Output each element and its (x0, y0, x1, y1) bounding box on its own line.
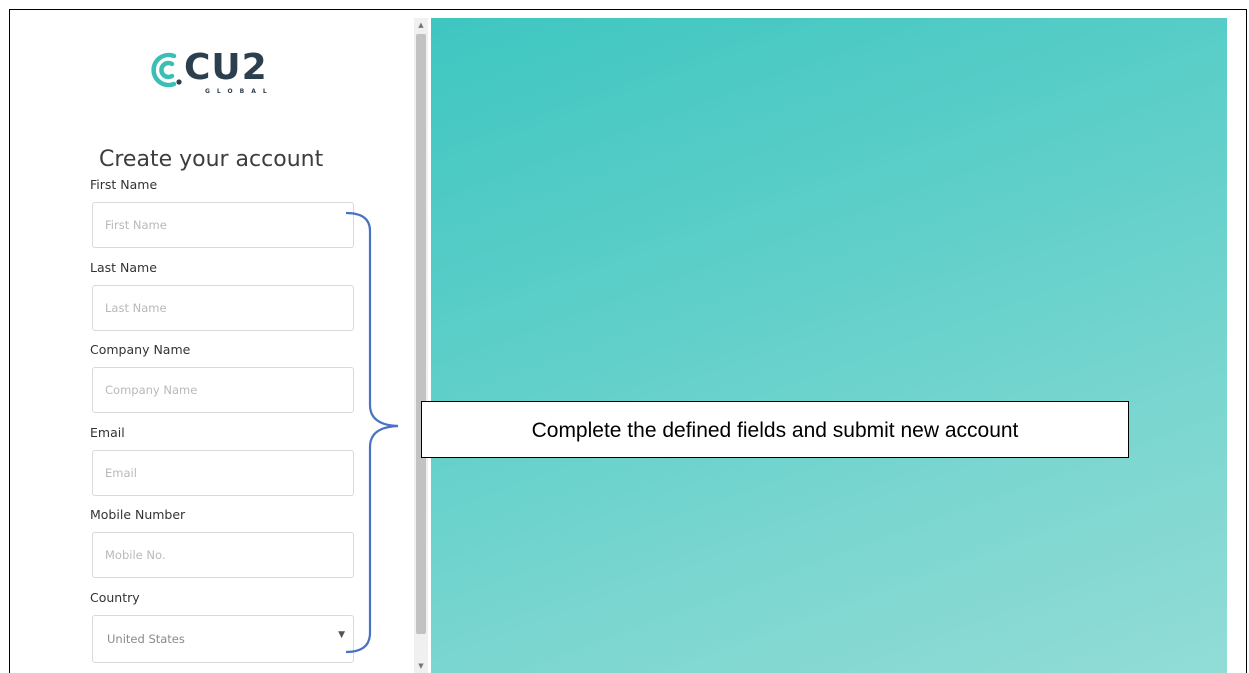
last-name-label: Last Name (90, 260, 157, 275)
hero-background-panel (431, 18, 1227, 673)
first-name-label: First Name (90, 177, 158, 192)
email-field[interactable] (92, 450, 354, 496)
annotation-text: Complete the defined fields and submit n… (531, 419, 1019, 442)
company-name-label: Company Name (90, 342, 191, 357)
annotation-bracket (345, 211, 399, 654)
brand-name: CU2 (184, 47, 268, 88)
scroll-up-arrow-icon[interactable]: ▲ (414, 18, 428, 32)
country-select[interactable]: United States ▼ (92, 615, 354, 663)
country-selected-value: United States (107, 632, 185, 646)
last-name-field[interactable] (92, 285, 354, 331)
annotation-callout: Complete the defined fields and submit n… (421, 401, 1129, 458)
email-label: Email (90, 425, 125, 440)
mobile-number-field[interactable] (92, 532, 354, 578)
company-name-field[interactable] (92, 367, 354, 413)
scroll-down-arrow-icon[interactable]: ▼ (414, 659, 428, 673)
page-title: Create your account (99, 147, 324, 172)
brand-subtitle: GLOBAL (205, 88, 274, 95)
country-label: Country (90, 590, 140, 605)
first-name-field[interactable] (92, 202, 354, 248)
mobile-number-label: Mobile Number (90, 507, 186, 522)
